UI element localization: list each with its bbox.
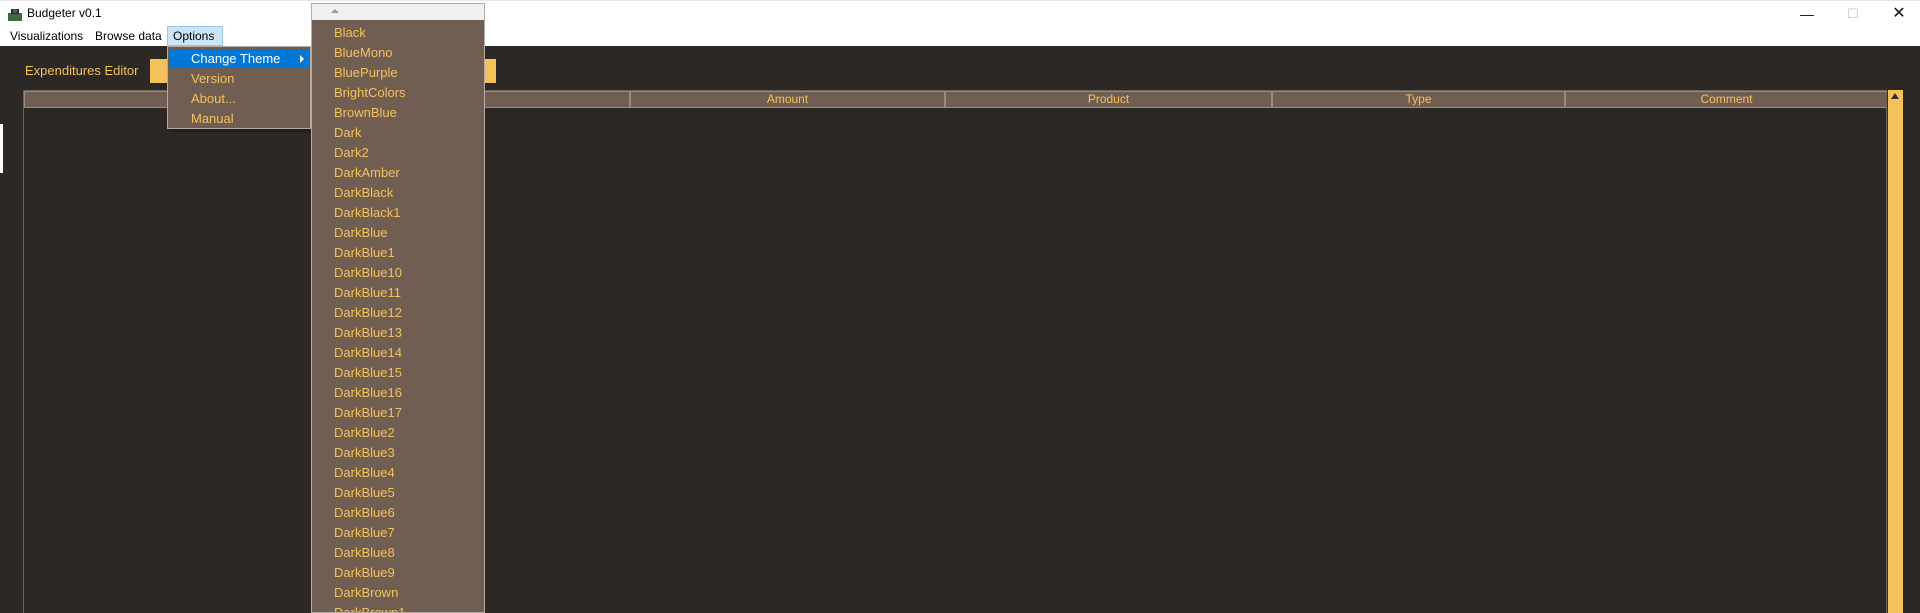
theme-item[interactable]: DarkBlue2	[312, 423, 484, 443]
theme-item[interactable]: DarkBlue17	[312, 403, 484, 423]
theme-item[interactable]: DarkBlue3	[312, 443, 484, 463]
close-button[interactable]: ✕	[1876, 1, 1920, 27]
window-title: Budgeter v0.1	[27, 6, 102, 20]
theme-item[interactable]: BluePurple	[312, 63, 484, 83]
theme-item[interactable]: DarkBlue6	[312, 503, 484, 523]
theme-item[interactable]: Dark2	[312, 143, 484, 163]
options-dropdown: Change Theme Version About... Manual	[167, 46, 311, 129]
theme-item[interactable]: DarkBlue13	[312, 323, 484, 343]
theme-item[interactable]: DarkBlue16	[312, 383, 484, 403]
theme-item[interactable]: DarkBlue	[312, 223, 484, 243]
editor-label: Expenditures Editor	[25, 63, 139, 78]
theme-item[interactable]: DarkBlue5	[312, 483, 484, 503]
column-header-comment[interactable]: Comment	[1565, 91, 1888, 108]
menu-visualizations[interactable]: Visualizations	[10, 29, 83, 43]
theme-item[interactable]: DarkBlue15	[312, 363, 484, 383]
maximize-button[interactable]: ☐	[1830, 1, 1876, 27]
theme-item[interactable]: DarkBlue14	[312, 343, 484, 363]
table-scrollbar[interactable]	[1887, 90, 1903, 613]
theme-item[interactable]: DarkBlue4	[312, 463, 484, 483]
menu-options[interactable]: Options	[173, 29, 214, 43]
expenditures-table: ID Amount Product Type Comment	[23, 90, 1888, 613]
theme-item[interactable]: DarkBlue9	[312, 563, 484, 583]
column-header-product[interactable]: Product	[945, 91, 1272, 108]
left-edge-strip	[0, 124, 3, 173]
theme-scroll-up[interactable]	[312, 4, 484, 20]
scroll-up-icon	[331, 9, 339, 13]
minimize-button[interactable]: —	[1784, 1, 1830, 27]
app-icon	[8, 9, 22, 21]
change-theme-label: Change Theme	[191, 51, 281, 66]
menu-item-version[interactable]: Version	[169, 69, 309, 88]
theme-item[interactable]: DarkAmber	[312, 163, 484, 183]
theme-list: Black BlueMono BluePurple BrightColors Brown…	[312, 23, 484, 612]
theme-item[interactable]: DarkBrown1	[312, 603, 484, 612]
theme-item[interactable]: DarkBrown	[312, 583, 484, 603]
menu-item-manual[interactable]: Manual	[169, 109, 309, 128]
menu-bar: Visualizations Browse data	[0, 26, 1920, 46]
theme-item[interactable]: BrownBlue	[312, 103, 484, 123]
theme-submenu: Black BlueMono BluePurple BrightColors Brown…	[311, 3, 485, 613]
theme-item[interactable]: BrightColors	[312, 83, 484, 103]
theme-item[interactable]: DarkBlue12	[312, 303, 484, 323]
theme-item[interactable]: DarkBlue8	[312, 543, 484, 563]
menu-browse-data[interactable]: Browse data	[95, 29, 162, 43]
scroll-up-arrow-icon[interactable]	[1891, 93, 1899, 99]
theme-item[interactable]: BlueMono	[312, 43, 484, 63]
theme-item[interactable]: Dark	[312, 123, 484, 143]
theme-item[interactable]: DarkBlack	[312, 183, 484, 203]
theme-item[interactable]: DarkBlue11	[312, 283, 484, 303]
theme-item[interactable]: DarkBlack1	[312, 203, 484, 223]
theme-item[interactable]: DarkBlue1	[312, 243, 484, 263]
menu-item-change-theme[interactable]: Change Theme	[169, 49, 309, 68]
theme-item[interactable]: Black	[312, 23, 484, 43]
theme-item[interactable]: DarkBlue7	[312, 523, 484, 543]
column-header-type[interactable]: Type	[1272, 91, 1565, 108]
submenu-arrow-icon	[300, 55, 304, 63]
title-bar: Budgeter v0.1 — ☐ ✕	[0, 0, 1920, 26]
theme-item[interactable]: DarkBlue10	[312, 263, 484, 283]
menu-item-about[interactable]: About...	[169, 89, 309, 108]
column-header-amount[interactable]: Amount	[630, 91, 945, 108]
